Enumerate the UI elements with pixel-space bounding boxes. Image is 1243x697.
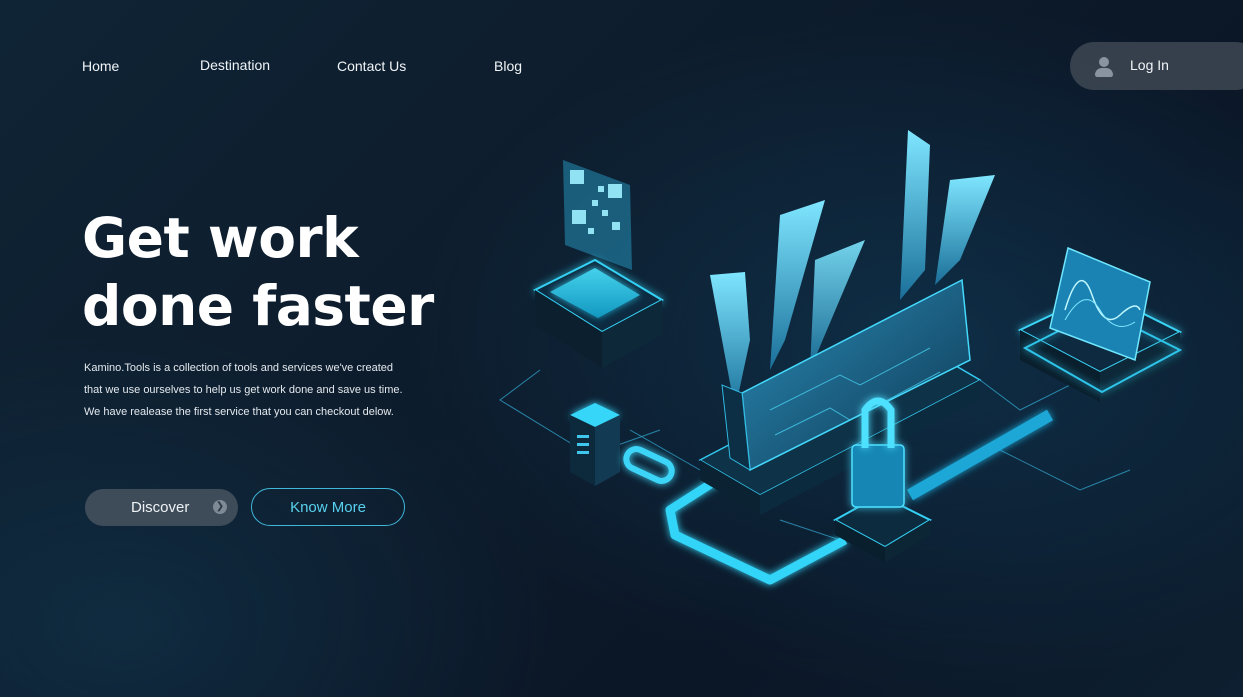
hero-description-line: We have realease the first service that … — [84, 406, 394, 418]
nav-blog[interactable]: Blog — [494, 58, 522, 74]
chevron-right-icon: ❯ — [213, 500, 227, 514]
login-button[interactable]: Log In — [1070, 42, 1243, 90]
hero-description: Kamino.Tools is a collection of tools an… — [84, 357, 444, 423]
hero-description-line: that we use ourselves to help us get wor… — [84, 384, 403, 396]
hero-description-line: Kamino.Tools is a collection of tools an… — [84, 362, 394, 374]
discover-label: Discover — [131, 499, 190, 516]
server-icon — [570, 403, 620, 486]
user-icon — [1094, 55, 1114, 77]
login-label: Log In — [1130, 57, 1169, 73]
multitool-icon — [698, 130, 995, 515]
know-more-button[interactable]: Know More — [251, 488, 405, 526]
know-more-label: Know More — [290, 499, 366, 516]
hero-title: Get work done faster — [82, 204, 482, 340]
qr-code-icon — [532, 160, 665, 368]
hero-title-line-2: done faster — [82, 274, 434, 338]
analytics-card-icon — [1017, 246, 1183, 402]
nav-contact-us[interactable]: Contact Us — [337, 58, 406, 74]
discover-button[interactable]: Discover ❯ — [85, 489, 238, 526]
hero-title-line-1: Get work — [82, 206, 359, 270]
nav-home[interactable]: Home — [82, 58, 119, 74]
hero-illustration — [499, 130, 1183, 585]
nav-destination[interactable]: Destination — [200, 57, 270, 73]
